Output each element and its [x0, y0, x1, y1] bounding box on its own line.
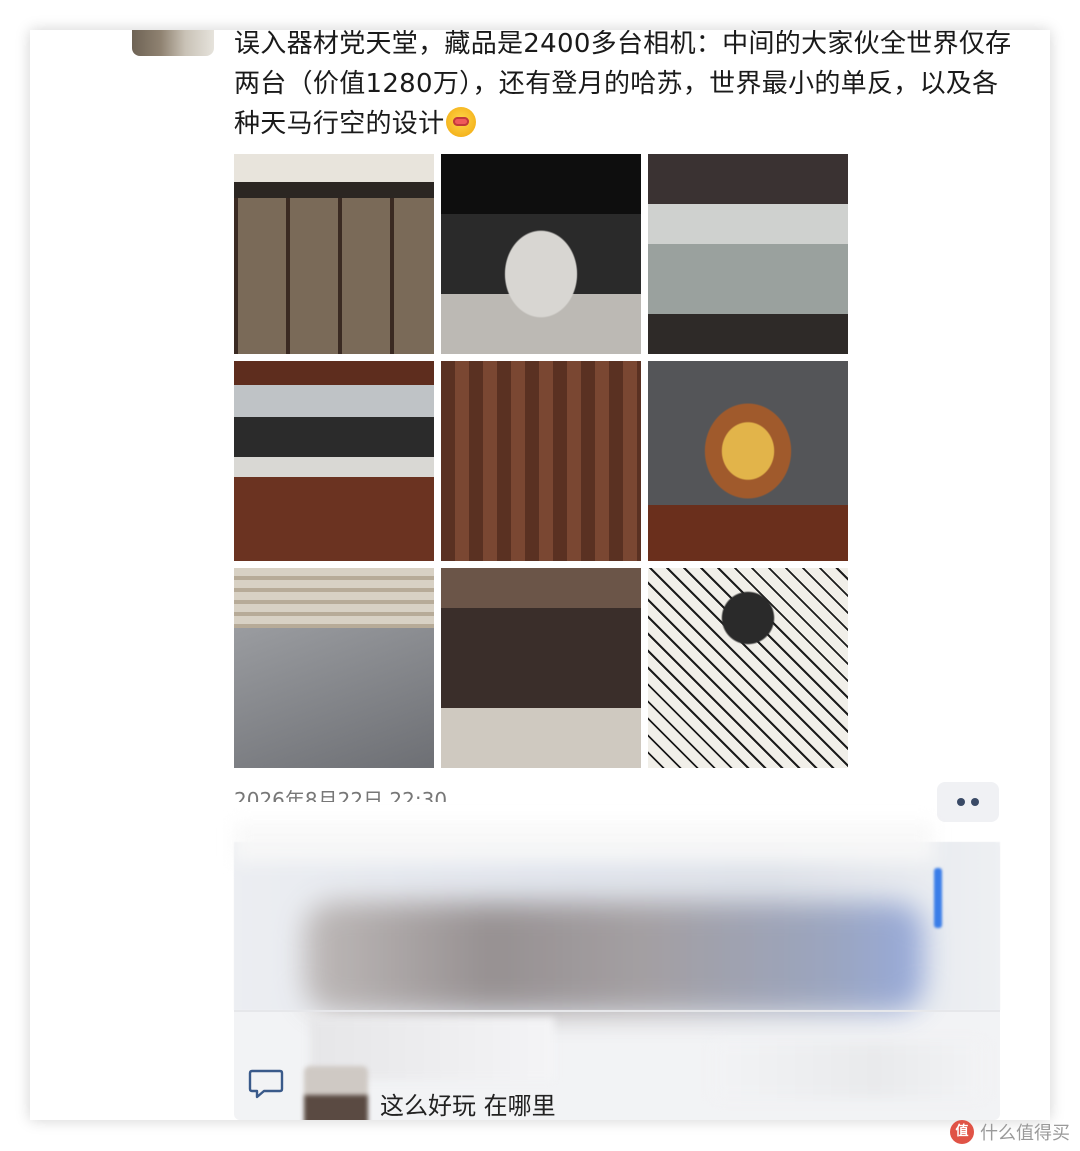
- photo-grid: [234, 154, 848, 768]
- photo-large-rail-camera[interactable]: [441, 568, 641, 768]
- photo-lens-display-cabinet[interactable]: [234, 154, 434, 354]
- post-text-body: 误入器材党天堂，藏品是2400多台相机：中间的大家伙全世界仅存两台（价值1280…: [234, 30, 1012, 139]
- photo-wooden-curtain-display[interactable]: [441, 361, 641, 561]
- moment-card: 误入器材党天堂，藏品是2400多台相机：中间的大家伙全世界仅存两台（价值1280…: [30, 30, 1050, 1120]
- poster-avatar[interactable]: [132, 30, 214, 56]
- blurred-region: [714, 1042, 984, 1098]
- photo-exhibition-hall-stage[interactable]: [441, 154, 641, 354]
- comment-text: 这么好玩 在哪里: [380, 1092, 556, 1120]
- panel-divider: [234, 1010, 1000, 1012]
- blurred-like-avatars: [304, 902, 924, 1012]
- blur-overlay-top: [234, 822, 934, 862]
- commenter-avatar[interactable]: [304, 1066, 368, 1120]
- post-text: 误入器材党天堂，藏品是2400多台相机：中间的大家伙全世界仅存两台（价值1280…: [234, 30, 1014, 144]
- interaction-panel: 这么好玩 在哪里: [234, 822, 1000, 1120]
- post-timestamp: 2026年8月22日 22:30: [234, 788, 448, 802]
- table-surface: [234, 628, 434, 768]
- photo-gold-camera-closeup[interactable]: [648, 361, 848, 561]
- watermark: 值 什么值得买: [950, 1119, 1070, 1145]
- smzdm-logo-icon: 值: [950, 1120, 974, 1144]
- comment-icon[interactable]: [248, 1068, 284, 1100]
- likes-area-blurred: [234, 822, 1000, 1012]
- photo-pentax-cameras-display[interactable]: [234, 568, 434, 768]
- accent-edge: [934, 868, 942, 928]
- photo-glass-showcase-cameras[interactable]: [648, 154, 848, 354]
- photo-camera-parts-layout[interactable]: [648, 568, 848, 768]
- more-options-button[interactable]: [937, 782, 999, 822]
- photo-folding-cameras-shelf[interactable]: [234, 361, 434, 561]
- watermark-text: 什么值得买: [980, 1123, 1070, 1144]
- woozy-face-icon: [446, 107, 477, 137]
